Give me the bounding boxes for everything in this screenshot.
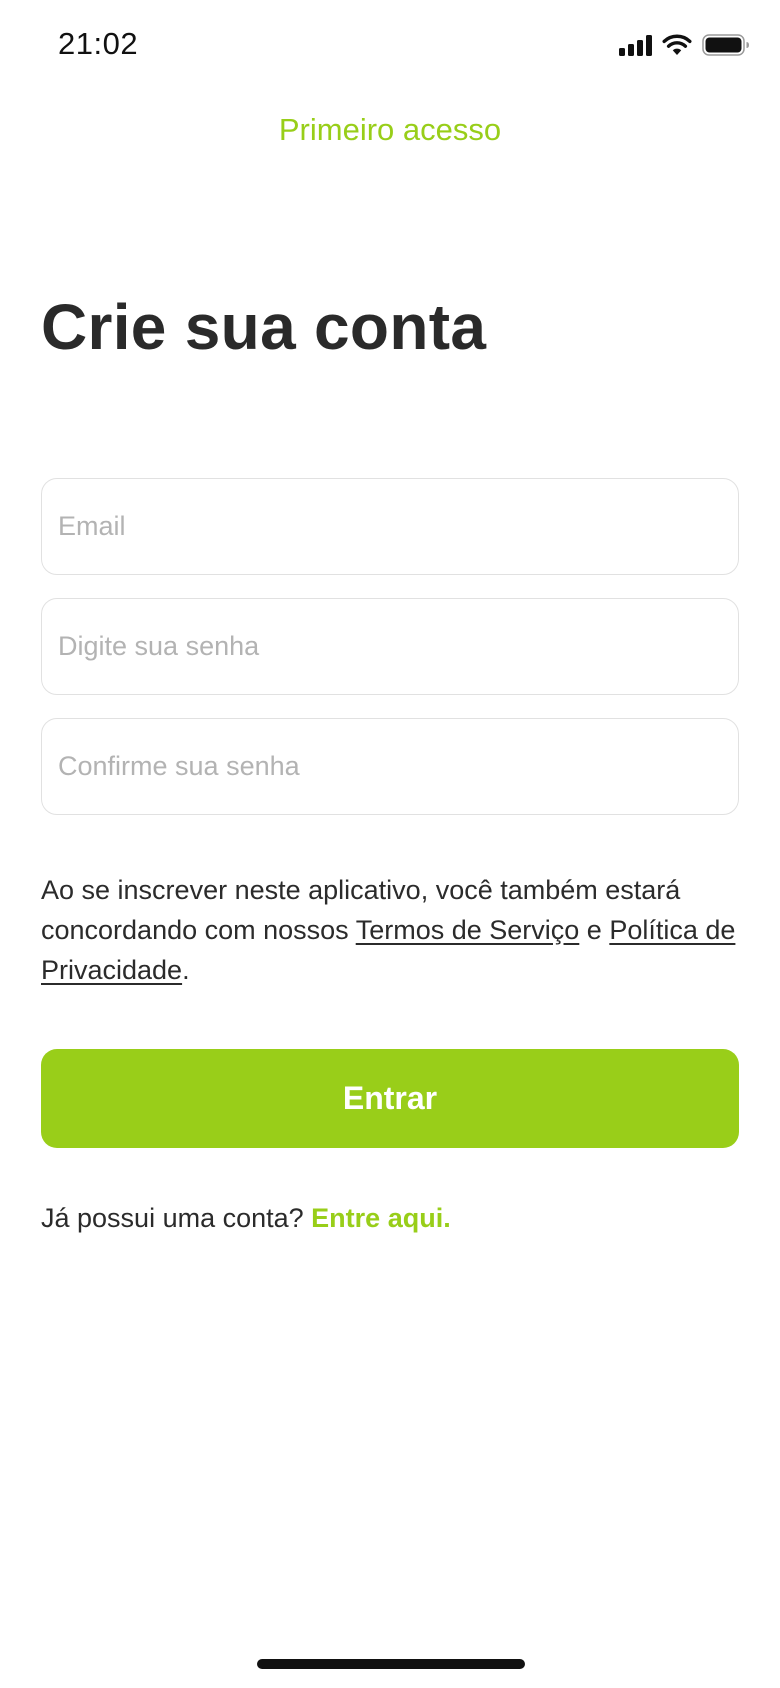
cellular-signal-icon <box>619 34 652 56</box>
email-field[interactable] <box>41 478 739 575</box>
home-indicator <box>257 1659 525 1669</box>
status-icons <box>619 34 750 56</box>
login-prompt: Já possui uma conta? Entre aqui. <box>41 1203 451 1234</box>
login-link[interactable]: Entre aqui. <box>311 1203 451 1233</box>
terms-connector: e <box>579 915 610 945</box>
nav-title: Primeiro acesso <box>278 112 502 147</box>
terms-of-service-link[interactable]: Termos de Serviço <box>356 915 580 945</box>
confirm-password-input[interactable] <box>58 719 722 814</box>
submit-button[interactable]: Entrar <box>41 1049 739 1148</box>
email-input[interactable] <box>58 479 722 574</box>
status-bar: 21:02 <box>0 0 780 92</box>
login-question: Já possui uma conta? <box>41 1203 312 1233</box>
battery-icon <box>702 34 750 56</box>
confirm-password-field[interactable] <box>41 718 739 815</box>
page-title: Crie sua conta <box>41 291 487 363</box>
terms-suffix: . <box>182 955 190 985</box>
password-field[interactable] <box>41 598 739 695</box>
wifi-icon <box>662 34 692 56</box>
password-input[interactable] <box>58 599 722 694</box>
status-time: 21:02 <box>58 26 139 61</box>
terms-text: Ao se inscrever neste aplicativo, você t… <box>41 870 739 990</box>
